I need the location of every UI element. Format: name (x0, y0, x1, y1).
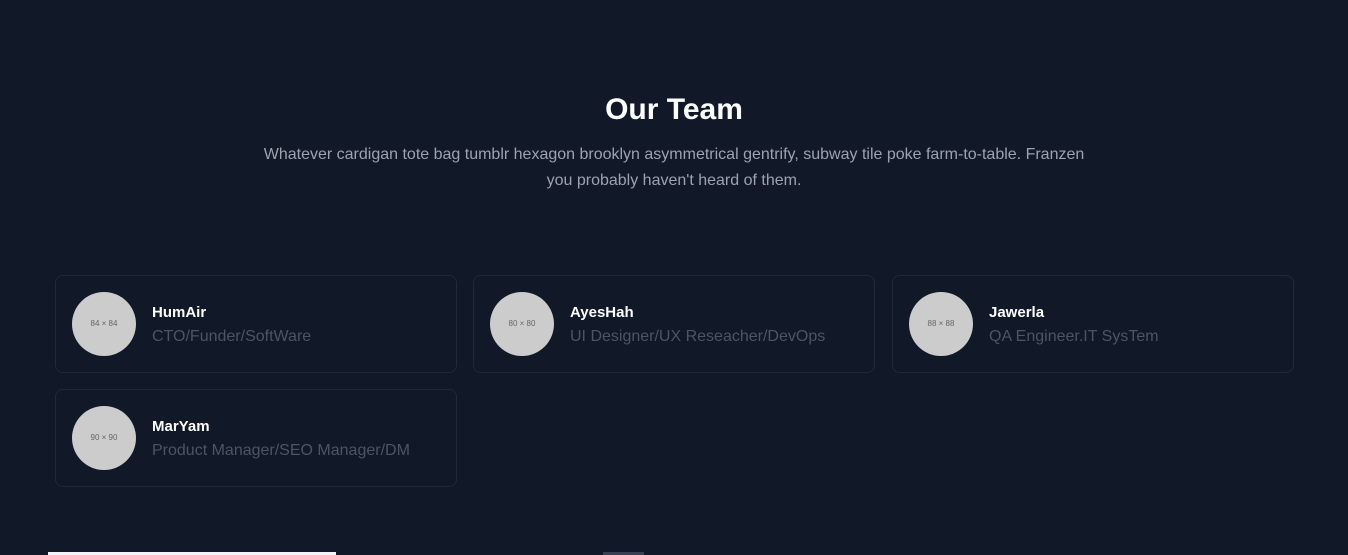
team-section: Our Team Whatever cardigan tote bag tumb… (0, 0, 1348, 555)
team-member-card: 80 × 80 AyesHah UI Designer/UX Reseacher… (473, 275, 875, 373)
avatar: 90 × 90 (72, 406, 136, 470)
member-role: UI Designer/UX Reseacher/DevOps (570, 328, 826, 345)
member-name: AyesHah (570, 304, 634, 321)
team-header: Our Team Whatever cardigan tote bag tumb… (0, 90, 1348, 194)
member-name: HumAir (152, 304, 207, 321)
avatar: 80 × 80 (490, 292, 554, 356)
member-role: Product Manager/SEO Manager/DM (152, 442, 410, 459)
member-name: MarYam (152, 418, 210, 435)
team-member-card: 90 × 90 MarYam Product Manager/SEO Manag… (55, 389, 457, 487)
section-description: Whatever cardigan tote bag tumblr hexago… (263, 146, 1085, 189)
team-member-card: 88 × 88 Jawerla QA Engineer.IT SysTem (892, 275, 1294, 373)
member-role: CTO/Funder/SoftWare (152, 328, 312, 345)
team-member-card: 84 × 84 HumAir CTO/Funder/SoftWare (55, 275, 457, 373)
member-name: Jawerla (989, 304, 1045, 321)
avatar: 84 × 84 (72, 292, 136, 356)
page-title: Our Team (605, 93, 743, 126)
member-role: QA Engineer.IT SysTem (989, 328, 1159, 345)
avatar: 88 × 88 (909, 292, 973, 356)
